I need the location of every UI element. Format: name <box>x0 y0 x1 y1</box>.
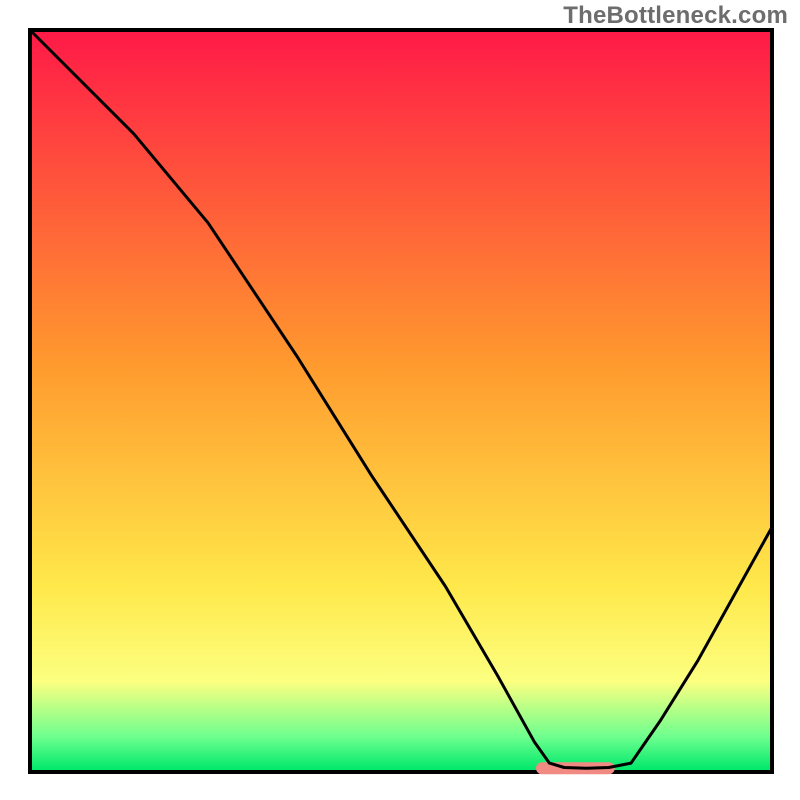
watermark-label: TheBottleneck.com <box>563 2 788 30</box>
bottleneck-plot <box>0 0 800 800</box>
chart-canvas: TheBottleneck.com <box>0 0 800 800</box>
